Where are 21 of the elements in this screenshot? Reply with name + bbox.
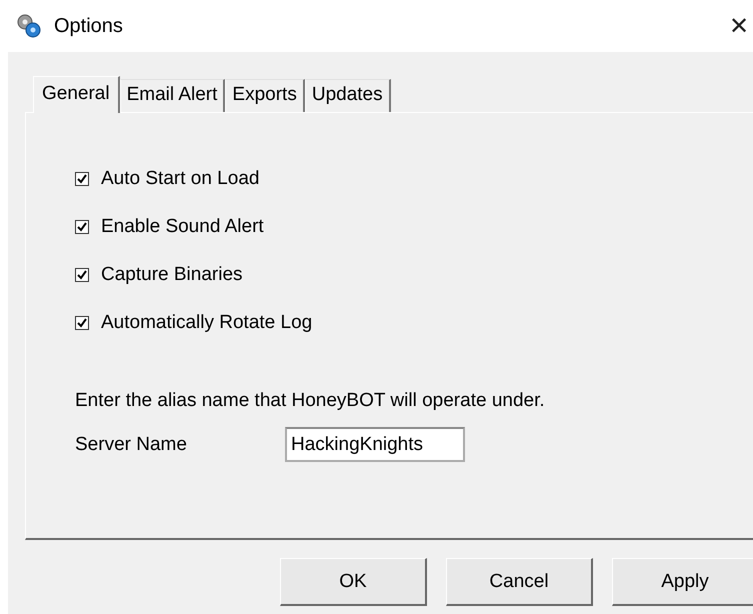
window-title: Options: [54, 14, 124, 38]
tab[interactable]: Email Alert: [120, 79, 226, 112]
checkbox[interactable]: [75, 316, 89, 330]
description-text: Enter the alias name that HoneyBOT will operate under.: [75, 390, 546, 412]
dialog-button[interactable]: Apply: [612, 558, 753, 606]
field-label: Server Name: [75, 434, 188, 456]
checkbox[interactable]: [75, 220, 89, 234]
close-button[interactable]: ✕: [721, 12, 753, 40]
dialog-button[interactable]: Cancel: [446, 558, 593, 606]
server-name-field[interactable]: HackingKnights: [285, 427, 465, 462]
checkbox-label: Auto Start on Load: [101, 168, 260, 190]
checkbox-label: Capture Binaries: [101, 264, 243, 286]
tab[interactable]: Exports: [225, 79, 305, 112]
checkbox[interactable]: [75, 268, 89, 282]
dialog-button[interactable]: OK: [280, 558, 427, 606]
gears-icon: [16, 13, 42, 39]
checkbox-label: Automatically Rotate Log: [101, 312, 312, 334]
tab[interactable]: Updates: [304, 79, 391, 112]
checkbox[interactable]: [75, 172, 89, 186]
checkbox-label: Enable Sound Alert: [101, 216, 264, 238]
tab[interactable]: General: [33, 76, 120, 113]
